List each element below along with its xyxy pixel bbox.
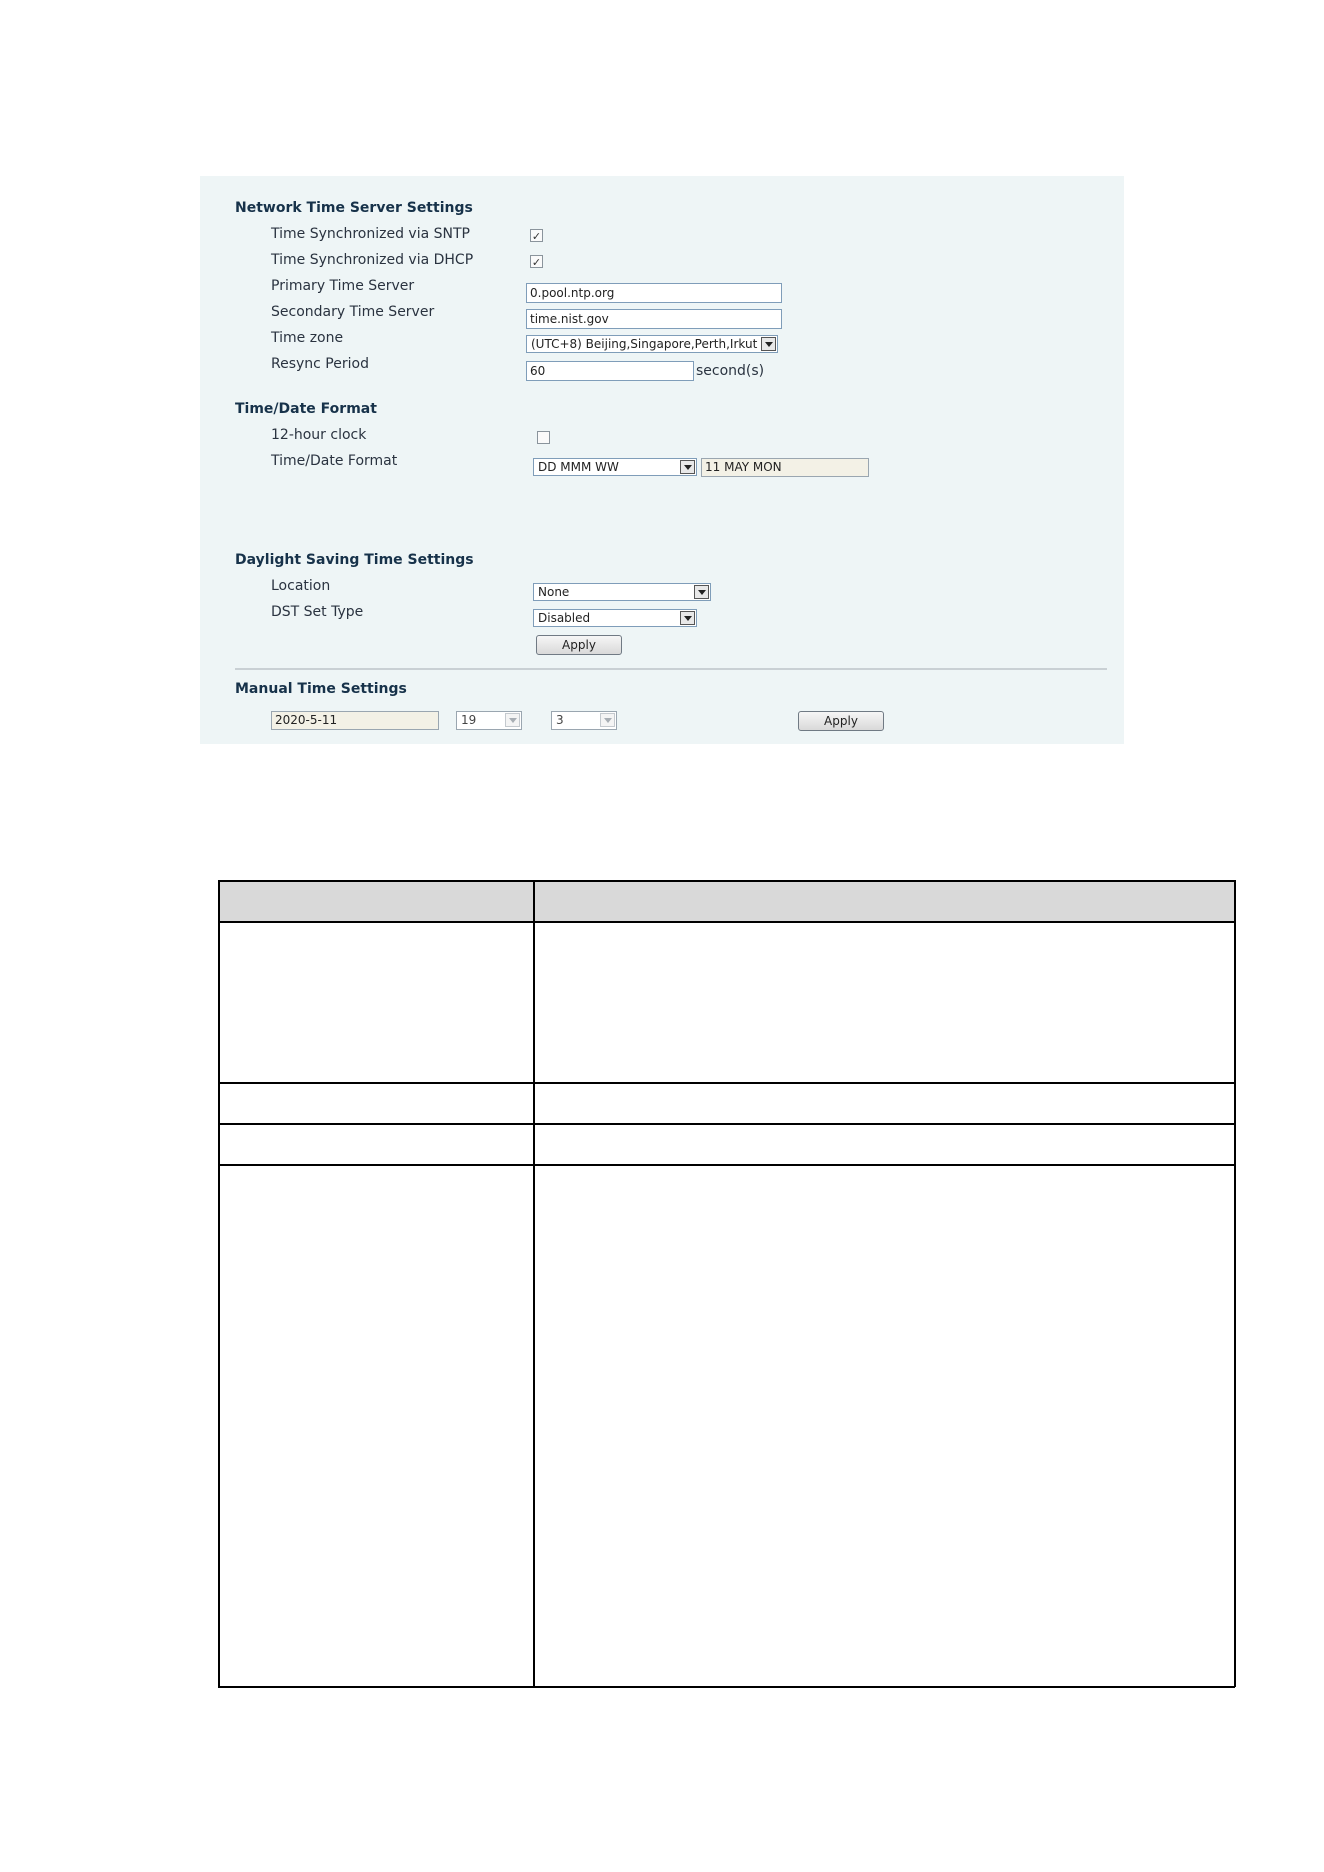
dst-section-title: Daylight Saving Time Settings [235,552,474,568]
chevron-down-icon [761,337,776,351]
sntp-checkbox[interactable]: ✓ [530,229,543,243]
secondary-server-label: Secondary Time Server [271,304,435,320]
time-date-format-select-value: DD MMM WW [538,460,619,474]
primary-server-input[interactable]: 0.pool.ntp.org [526,283,782,303]
timezone-label: Time zone [271,330,344,346]
dhcp-label: Time Synchronized via DHCP [271,252,474,268]
resync-period-input[interactable]: 60 [526,361,694,381]
table-border-top [218,880,1235,882]
manual-time-section-title: Manual Time Settings [235,681,407,697]
table-border-right [1234,880,1236,1687]
secondary-server-input[interactable]: time.nist.gov [526,309,782,329]
dst-apply-button[interactable]: Apply [536,635,622,655]
parameters-table [218,880,1236,1688]
manual-minute-select[interactable]: 3 [551,711,617,730]
table-row-divider [218,921,1235,923]
chevron-down-icon [600,713,615,727]
manual-hour-select[interactable]: 19 [456,711,522,730]
table-border-left [218,880,220,1687]
table-row-divider [218,1164,1235,1166]
chevron-down-icon [694,585,709,599]
timezone-select[interactable]: (UTC+8) Beijing,Singapore,Perth,Irkut [526,335,778,353]
dst-location-label: Location [271,578,331,594]
time-date-format-select[interactable]: DD MMM WW [533,458,697,476]
dst-set-type-label: DST Set Type [271,604,364,620]
section-divider [235,668,1107,670]
dhcp-checkbox[interactable]: ✓ [530,255,543,269]
primary-server-label: Primary Time Server [271,278,415,294]
table-header-row [218,880,1235,922]
manual-hour-select-value: 19 [461,713,477,727]
chevron-down-icon [680,611,695,625]
network-time-section-title: Network Time Server Settings [235,200,473,216]
table-row-divider [218,1123,1235,1125]
resync-period-label: Resync Period [271,356,369,372]
chevron-down-icon [680,460,695,474]
twelve-hour-clock-label: 12-hour clock [271,427,367,443]
table-column-divider [533,880,535,1687]
manual-apply-button[interactable]: Apply [798,711,884,731]
table-row-divider [218,1082,1235,1084]
manual-date-input[interactable]: 2020-5-11 [271,711,439,730]
manual-minute-select-value: 3 [556,713,564,727]
table-border-bottom [218,1686,1235,1688]
dst-set-type-select-value: Disabled [538,611,591,625]
timezone-select-value: (UTC+8) Beijing,Singapore,Perth,Irkut [531,337,758,351]
dst-location-select[interactable]: None [533,583,711,601]
time-date-format-label: Time/Date Format [271,453,398,469]
dst-set-type-select[interactable]: Disabled [533,609,697,627]
chevron-down-icon [505,713,520,727]
dst-location-select-value: None [538,585,570,599]
sntp-label: Time Synchronized via SNTP [271,226,470,242]
twelve-hour-clock-checkbox[interactable] [537,431,550,444]
resync-period-unit: second(s) [696,363,765,379]
time-settings-panel: Network Time Server Settings Time Synchr… [200,176,1124,744]
time-date-format-section-title: Time/Date Format [235,401,377,417]
time-date-format-preview: 11 MAY MON [701,458,869,477]
